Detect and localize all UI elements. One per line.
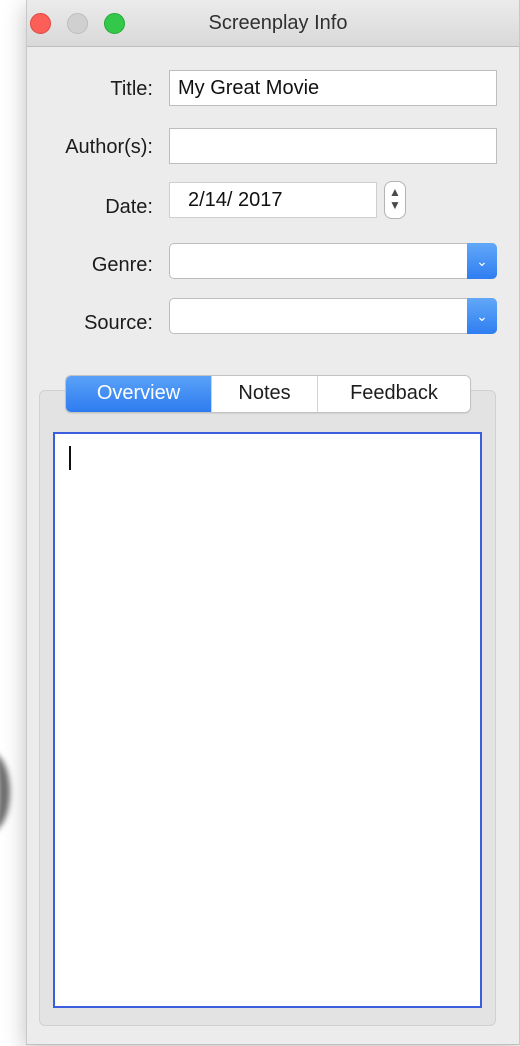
authors-label: Author(s): (65, 136, 153, 158)
tab-bar: Overview Notes Feedback (65, 375, 471, 413)
window-title: Screenplay Info (208, 12, 348, 34)
background-shape (0, 752, 10, 832)
title-field[interactable]: My Great Movie (169, 70, 497, 106)
genre-popup[interactable]: ⌄ (169, 243, 497, 279)
screenplay-info-window: Screenplay Info Title: My Great Movie Au… (26, 0, 520, 1045)
screen: Screenplay Info Title: My Great Movie Au… (0, 0, 520, 1046)
tab-notes[interactable]: Notes (212, 376, 318, 412)
title-bar[interactable]: Screenplay Info (27, 0, 519, 47)
tab-overview[interactable]: Overview (66, 376, 212, 412)
source-popup[interactable]: ⌄ (169, 298, 497, 334)
genre-label: Genre: (91, 254, 153, 276)
date-field[interactable]: 2/14/ 2017 (169, 182, 377, 218)
chevron-down-icon[interactable]: ⌄ (467, 298, 497, 334)
tab-feedback[interactable]: Feedback (318, 376, 470, 412)
stepper-icon[interactable]: ▲ ▼ (384, 181, 406, 219)
source-label: Source: (84, 312, 153, 334)
authors-field[interactable] (169, 128, 497, 164)
overview-text-area[interactable] (53, 432, 482, 1008)
date-label: Date: (105, 196, 153, 218)
text-caret (69, 446, 71, 470)
chevron-down-icon[interactable]: ⌄ (467, 243, 497, 279)
title-label: Title: (110, 78, 153, 100)
